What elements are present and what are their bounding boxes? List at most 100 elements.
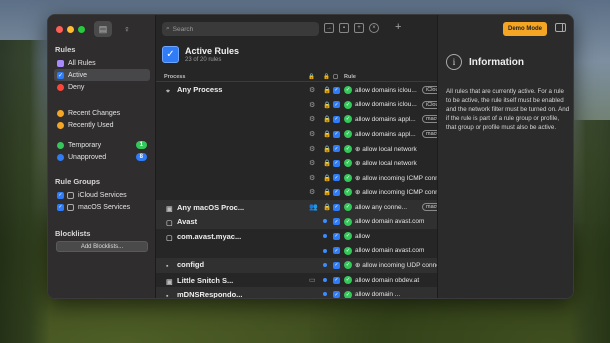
rule-enabled-checkbox[interactable]: ✓ <box>333 174 340 182</box>
toolbar-filter-icons: → ▪ + × <box>324 23 379 33</box>
rule-enabled-checkbox[interactable]: ✓ <box>333 232 340 240</box>
information-panel: i Information All rules that are current… <box>437 15 573 298</box>
rule-enabled-checkbox[interactable]: ✓ <box>333 218 340 226</box>
settings-icon[interactable]: ⚙ <box>309 188 315 196</box>
inspector-toggle-icon[interactable] <box>555 23 566 32</box>
rule-text: allow domains appl... <box>355 115 416 123</box>
sidebar-item-label: macOS Services <box>78 203 131 211</box>
settings-icon[interactable]: ⚙ <box>309 159 315 167</box>
allow-icon: ✓ <box>344 203 352 212</box>
rules-view-icon[interactable]: ▤ <box>94 21 112 37</box>
column-header-lock-icon-2[interactable]: 🔒 <box>323 74 330 80</box>
add-filter-icon[interactable]: + <box>354 23 364 33</box>
app-window: ▤ ♀ Rules All Rules ✓ Active Deny Recent… <box>47 14 574 299</box>
column-header-rule[interactable]: Rule <box>344 74 356 80</box>
clear-icon[interactable]: × <box>369 23 379 33</box>
minimize-button[interactable] <box>67 26 74 33</box>
rule-enabled-checkbox[interactable]: ✓ <box>333 159 340 167</box>
filter-icon[interactable]: ▪ <box>339 23 349 33</box>
table-row[interactable]: ▪ configd ✓ ✓ ⊕ allow incoming UDP connectio… <box>156 258 466 273</box>
column-header-process[interactable]: Process <box>164 74 185 80</box>
sidebar-item-label: iCloud Services <box>78 191 127 199</box>
table-row[interactable]: ✓ ✓ allow domain avast.com <box>156 244 437 259</box>
sidebar-item-label: Recently Used <box>68 121 114 129</box>
sidebar-item-recent-changes[interactable]: Recent Changes <box>54 107 150 119</box>
sidebar-item-label: All Rules <box>68 59 96 67</box>
rule-enabled-checkbox[interactable]: ✓ <box>333 247 340 255</box>
new-rule-plus-icon[interactable]: + <box>395 21 401 33</box>
column-header-lock-icon[interactable]: 🔒 <box>308 74 315 80</box>
table-row[interactable]: ⚙ 🔒 ✓ ✓ ⊕ allow local network <box>156 156 437 171</box>
sidebar-item-icloud-services[interactable]: ✓ iCloud Services <box>54 189 150 201</box>
rule-enabled-checkbox[interactable]: ✓ <box>333 101 340 109</box>
settings-icon[interactable]: ▭ <box>309 276 316 284</box>
column-header-enabled-icon[interactable]: ▢ <box>333 74 338 80</box>
sidebar-item-deny[interactable]: Deny <box>54 81 150 93</box>
rule-enabled-checkbox[interactable]: ✓ <box>333 115 340 123</box>
rule-enabled-checkbox[interactable]: ✓ <box>333 86 340 94</box>
icloud-services-checkbox[interactable]: ✓ <box>57 191 64 199</box>
rule-enabled-checkbox[interactable]: ✓ <box>333 203 340 211</box>
rule-enabled-checkbox[interactable]: ✓ <box>333 291 340 298</box>
rule-enabled-checkbox[interactable]: ✓ <box>333 276 340 284</box>
allow-icon: ✓ <box>344 159 352 168</box>
table-row[interactable]: ⌖ Any Process ⚙ 🔒 ✓ ✓ allow domains iclou... iC… <box>156 83 469 98</box>
table-row[interactable]: ⚙🔒✓✓allow domains appl...macOS Services <box>156 127 471 142</box>
process-label: configd <box>177 260 205 270</box>
table-row[interactable]: ⚙🔒✓✓allow domains appl...macOS Services <box>156 112 471 127</box>
column-headers: Process 🔒 🔒 ▢ Rule <box>156 73 437 82</box>
close-button[interactable] <box>56 26 63 33</box>
table-row[interactable]: ▢ com.avast.myac... ✓ ✓ allow <box>156 229 437 244</box>
table-row[interactable]: ⚙🔒✓✓allow domains iclou...iCloud Service… <box>156 98 469 113</box>
table-row[interactable]: ▢ Avast ✓ ✓ allow domain avast.com <box>156 214 437 229</box>
macos-services-checkbox[interactable]: ✓ <box>57 203 64 211</box>
lightbulb-icon[interactable]: ♀ <box>118 21 136 37</box>
process-label: Any Process <box>177 85 223 95</box>
page-title: Active Rules <box>185 46 240 56</box>
sidebar-states-section: Temporary 1 Unapproved 8 <box>54 139 150 163</box>
process-icon: ▣ <box>166 278 173 286</box>
status-dot <box>323 263 327 268</box>
settings-icon[interactable]: ⚙ <box>309 115 315 123</box>
settings-icon[interactable]: ⚙ <box>309 174 315 182</box>
table-row[interactable]: ⚙ 🔒 ✓ ✓ ⊕ allow incoming ICMP connections (.… <box>156 185 469 200</box>
settings-icon[interactable]: ⚙ <box>309 86 315 94</box>
sidebar-item-macos-services[interactable]: ✓ macOS Services <box>54 201 150 213</box>
export-icon[interactable]: → <box>324 23 334 33</box>
settings-icon[interactable]: ⚙ <box>309 130 315 138</box>
demo-mode-button[interactable]: Demo Mode <box>503 22 547 36</box>
process-label: Avast <box>177 217 198 227</box>
table-row[interactable]: ⚙ 🔒 ✓ ✓ ⊕ allow local network <box>156 141 437 156</box>
table-row[interactable]: ⚙ 🔒 ✓ ✓ ⊕ allow incoming ICMP connections (.… <box>156 171 469 186</box>
information-text: All rules that are currently active. For… <box>446 88 570 131</box>
settings-icon[interactable]: ⚙ <box>309 101 315 109</box>
rule-enabled-checkbox[interactable]: ✓ <box>333 261 340 269</box>
sidebar-item-unapproved[interactable]: Unapproved 8 <box>54 151 150 163</box>
rule-text: allow domain avast.com <box>355 247 425 255</box>
sidebar-item-temporary[interactable]: Temporary 1 <box>54 139 150 151</box>
table-row[interactable]: ▣ Little Snitch S... ▭ ✓ ✓ allow domain obdev… <box>156 273 437 288</box>
rule-enabled-checkbox[interactable]: ✓ <box>333 145 340 153</box>
sidebar-item-recently-used[interactable]: Recently Used <box>54 119 150 131</box>
settings-icon[interactable]: 👥 <box>309 203 318 211</box>
allow-icon: ✓ <box>344 276 352 285</box>
rule-enabled-checkbox[interactable]: ✓ <box>333 188 340 196</box>
sidebar-item-active[interactable]: ✓ Active <box>54 69 150 81</box>
process-icon: ⌖ <box>166 88 170 96</box>
rule-enabled-checkbox[interactable]: ✓ <box>333 130 340 138</box>
table-row[interactable]: ▣ Any macOS Proc... 👥 🔒 ✓ ✓ allow any conne...… <box>156 199 471 215</box>
settings-icon[interactable]: ⚙ <box>309 145 315 153</box>
process-label: Little Snitch S... <box>177 275 234 285</box>
table-row[interactable]: ▪ mDNSRespondo... ✓ ✓ allow domain ... <box>156 287 437 298</box>
rule-text: allow <box>355 232 370 240</box>
add-blocklists-button[interactable]: Add Blocklists... <box>56 241 148 252</box>
zoom-button[interactable] <box>78 26 85 33</box>
background-trees-right <box>570 120 610 343</box>
list-header: ✓ Active Rules 23 of 20 rules <box>162 46 239 63</box>
sidebar-item-all-rules[interactable]: All Rules <box>54 57 150 69</box>
active-icon: ✓ <box>57 71 64 79</box>
search-field[interactable]: ⌕ Search <box>162 22 319 36</box>
process-icon: ▢ <box>166 234 173 242</box>
deny-icon <box>57 83 64 91</box>
process-label: com.avast.myac... <box>177 231 242 241</box>
